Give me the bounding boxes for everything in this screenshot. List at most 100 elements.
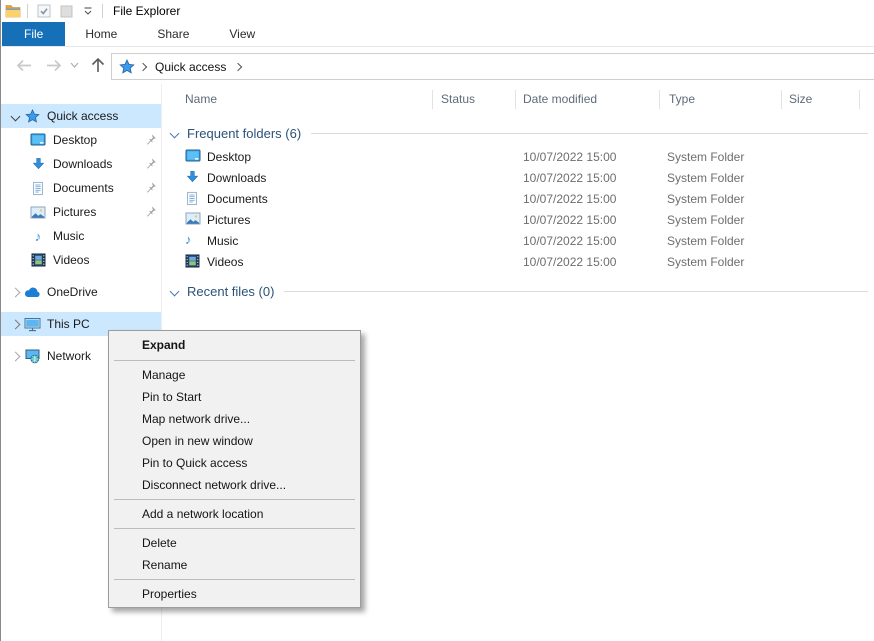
sidebar-item-label: Downloads [53,157,112,171]
column-divider[interactable] [859,90,860,109]
ribbon-tab-bar: File Home Share View [1,22,874,47]
row-pictures[interactable]: Pictures 10/07/2022 15:00 System Folder [162,210,874,231]
documents-icon [29,180,47,196]
sidebar-item-label: Videos [53,253,89,267]
downloads-icon [29,156,47,172]
column-divider[interactable] [432,90,433,109]
date-modified: 10/07/2022 15:00 [523,171,616,185]
file-type: System Folder [667,255,744,269]
context-menu: Expand Manage Pin to Start Map network d… [108,330,361,608]
chevron-right-icon[interactable] [7,321,23,328]
sidebar-item-label: Quick access [47,109,118,123]
tab-view[interactable]: View [209,22,275,46]
context-menu-item-map-network-drive[interactable]: Map network drive... [109,408,360,430]
context-menu-item-pin-to-start[interactable]: Pin to Start [109,386,360,408]
recent-locations-chevron-icon[interactable] [67,55,81,75]
group-header-frequent-folders[interactable]: Frequent folders (6) [162,124,868,142]
date-modified: 10/07/2022 15:00 [523,213,616,227]
column-headers: Name Status Date modified Type Size [162,84,874,114]
breadcrumb-chevron-icon[interactable] [234,62,242,70]
desktop-icon [29,132,47,148]
pictures-icon [29,204,47,220]
sidebar-item-label: Network [47,349,91,363]
file-type: System Folder [667,192,744,206]
column-divider[interactable] [515,90,516,109]
row-downloads[interactable]: Downloads 10/07/2022 15:00 System Folder [162,168,874,189]
quick-access-star-icon [119,59,135,75]
sidebar-item-quick-access[interactable]: Quick access [1,104,161,128]
context-menu-item-add-a-network-location[interactable]: Add a network location [109,503,360,525]
sidebar-item-label: Desktop [53,133,97,147]
file-type: System Folder [667,150,744,164]
column-header-date-modified[interactable]: Date modified [523,92,597,106]
tab-share[interactable]: Share [137,22,209,46]
pin-icon [144,181,157,194]
context-menu-item-expand[interactable]: Expand [109,333,360,357]
tab-file[interactable]: File [2,22,65,46]
chevron-down-icon[interactable] [170,286,180,296]
column-header-size[interactable]: Size [789,92,812,106]
sidebar-item-label: OneDrive [47,285,98,299]
sidebar-item-documents[interactable]: Documents [1,176,161,200]
context-menu-item-open-in-new-window[interactable]: Open in new window [109,430,360,452]
music-icon: ♪ [185,233,201,249]
sidebar-item-label: This PC [47,317,90,331]
sidebar-item-label: Pictures [53,205,96,219]
group-divider-line [284,291,868,292]
context-menu-item-rename[interactable]: Rename [109,554,360,576]
sidebar-item-videos[interactable]: Videos [1,248,161,272]
row-music[interactable]: ♪ Music 10/07/2022 15:00 System Folder [162,231,874,252]
file-explorer-logo-icon [3,1,23,21]
sidebar-item-pictures[interactable]: Pictures [1,200,161,224]
file-name: Desktop [207,150,251,164]
videos-icon [29,252,47,268]
row-desktop[interactable]: Desktop 10/07/2022 15:00 System Folder [162,147,874,168]
group-header-recent-files[interactable]: Recent files (0) [162,282,868,300]
sidebar-item-desktop[interactable]: Desktop [1,128,161,152]
column-header-name[interactable]: Name [185,92,217,106]
context-menu-item-pin-to-quick-access[interactable]: Pin to Quick access [109,452,360,474]
up-button[interactable] [87,55,109,75]
properties-toolbar-icon[interactable] [34,1,54,21]
documents-icon [185,191,201,207]
context-menu-item-manage[interactable]: Manage [109,364,360,386]
chevron-down-icon[interactable] [7,113,23,120]
pictures-icon [185,212,201,228]
back-button[interactable] [13,55,35,75]
chevron-right-icon[interactable] [7,353,23,360]
onedrive-cloud-icon [23,284,41,300]
column-divider[interactable] [781,90,782,109]
breadcrumb-chevron-icon[interactable] [139,62,147,70]
downloads-icon [185,170,201,186]
forward-button[interactable] [43,55,65,75]
column-header-status[interactable]: Status [441,92,475,106]
column-divider[interactable] [659,90,660,109]
file-name: Downloads [207,171,266,185]
address-bar[interactable]: Quick access [111,53,874,80]
desktop-icon [185,149,201,165]
menu-separator [114,579,355,580]
customize-toolbar-chevron-icon[interactable] [78,1,98,21]
sidebar-item-label: Documents [53,181,114,195]
sidebar-item-music[interactable]: ♪ Music [1,224,161,248]
sidebar-item-onedrive[interactable]: OneDrive [1,280,161,304]
column-header-type[interactable]: Type [669,92,695,106]
chevron-down-icon[interactable] [170,128,180,138]
row-videos[interactable]: Videos 10/07/2022 15:00 System Folder [162,252,874,273]
breadcrumb[interactable]: Quick access [155,60,226,74]
file-name: Pictures [207,213,250,227]
row-documents[interactable]: Documents 10/07/2022 15:00 System Folder [162,189,874,210]
sidebar-item-downloads[interactable]: Downloads [1,152,161,176]
toolbar-separator [102,4,103,18]
file-type: System Folder [667,171,744,185]
context-menu-item-properties[interactable]: Properties [109,583,360,605]
date-modified: 10/07/2022 15:00 [523,150,616,164]
pin-icon [144,133,157,146]
new-folder-toolbar-icon[interactable] [56,1,76,21]
file-type: System Folder [667,213,744,227]
context-menu-item-disconnect-network-drive[interactable]: Disconnect network drive... [109,474,360,496]
chevron-right-icon[interactable] [7,289,23,296]
tab-home[interactable]: Home [65,22,137,46]
context-menu-item-delete[interactable]: Delete [109,532,360,554]
date-modified: 10/07/2022 15:00 [523,192,616,206]
